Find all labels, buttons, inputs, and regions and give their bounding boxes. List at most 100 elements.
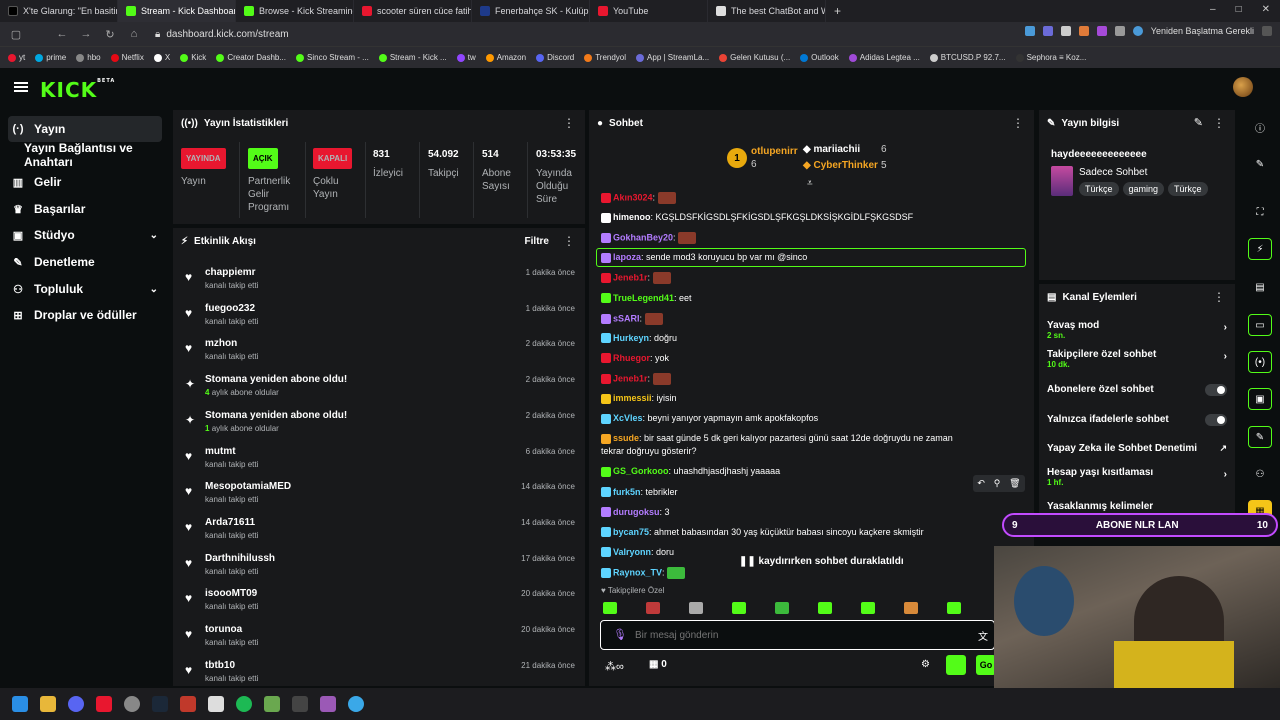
send-button[interactable]: Go (976, 655, 996, 675)
gift-count[interactable]: ▦ 0 (649, 659, 667, 670)
leader-name[interactable]: ◆ CyberThinker (803, 160, 878, 171)
chat-message[interactable]: durugoksu: 3 (601, 507, 1026, 518)
microphone-icon[interactable]: 🎙︎ (613, 628, 627, 641)
chat-username[interactable]: GS_Gorkooo (613, 466, 669, 476)
reply-icon[interactable]: ↶ (977, 478, 985, 489)
ai-moderation-row[interactable]: Yapay Zeka ile Sohbet Denetimi ↗ (1047, 443, 1227, 454)
edit-icon[interactable]: ✎ (1248, 153, 1272, 175)
activity-row[interactable]: ✦ Stomana yeniden abone oldu! 4 aylık abon… (183, 371, 575, 405)
file-explorer-icon[interactable] (40, 696, 56, 712)
windows-start-icon[interactable] (12, 696, 28, 712)
bookmark-item[interactable]: Sephora ≡ Koz... (1015, 53, 1086, 62)
emote-icon[interactable] (904, 602, 918, 614)
profile-icon[interactable] (1132, 26, 1143, 36)
sidebar-item-basarilar[interactable]: ♛ Başarılar (8, 196, 162, 222)
bookmark-item[interactable]: Amazon (485, 53, 526, 62)
chat-username[interactable]: Jeneb1r (613, 273, 648, 283)
bookmark-item[interactable]: Gelen Kutusu (... (719, 53, 790, 62)
fullscreen-icon[interactable]: ⛶ (1248, 201, 1272, 223)
browser-tab[interactable]: The best ChatBot and Widg (708, 0, 826, 22)
tag[interactable]: Türkçe (1168, 182, 1208, 196)
chat-username[interactable]: Hurkeyn (613, 333, 649, 343)
clipboard-icon[interactable]: ▣ (1248, 388, 1272, 410)
chat-username[interactable]: Jeneb1r (613, 373, 648, 383)
activity-row[interactable]: ♥ MesopotamiaMED kanalı takip etti 14 dakik… (183, 478, 575, 512)
app-icon[interactable] (208, 696, 224, 712)
emote-icon[interactable] (775, 602, 789, 614)
chat-username[interactable]: Valryonn (613, 547, 651, 557)
bookmark-item[interactable]: Outlook (800, 53, 839, 62)
browser-tab[interactable]: Browse - Kick Streaming (236, 0, 354, 22)
forward-icon[interactable]: → (78, 28, 94, 40)
activity-row[interactable]: ♥ fuegoo232 kanalı takip etti 1 dakika önce (183, 300, 575, 334)
emotes-only-row[interactable]: Yalnızca ifadelerle sohbet (1047, 414, 1227, 426)
sidebar-item-denetleme[interactable]: ✎ Denetleme (8, 249, 162, 275)
sidebar-item-droplar[interactable]: ⊞ Droplar ve ödüller (8, 302, 162, 328)
bookmark-item[interactable]: Sinco Stream - ... (296, 53, 369, 62)
translate-icon[interactable]: 文 (978, 628, 988, 643)
reload-icon[interactable]: ↻ (102, 28, 118, 41)
app-icon[interactable] (180, 696, 196, 712)
activity-row[interactable]: ♥ isoooMT09 kanalı takip etti 20 dakika önc… (183, 585, 575, 619)
back-icon[interactable]: ← (54, 28, 70, 40)
broadcast-icon[interactable]: (•) (1248, 351, 1272, 373)
banned-words-row[interactable]: Yasaklanmış kelimeler (1047, 501, 1227, 512)
chat-message[interactable]: GS_Gorkooo: uhashdhjasdjhashj yaaaaa (601, 466, 1026, 478)
chat-message[interactable]: Akın3024: (601, 192, 1026, 204)
chat-username[interactable]: bycan75 (613, 527, 649, 537)
extension-icon[interactable] (1024, 26, 1035, 36)
bolt-icon[interactable]: ⚡︎ (1248, 238, 1272, 260)
chat-message[interactable]: Hurkeyn: doğru (601, 333, 1026, 344)
bookmark-item[interactable]: Creator Dashb... (216, 53, 286, 62)
sidebar-item-yayin[interactable]: (·) Yayın (8, 116, 162, 142)
loop-icon[interactable]: ⁂∞ (605, 660, 624, 673)
bookmark-item[interactable]: BTCUSD.P 92.7... (929, 53, 1006, 62)
category-name[interactable]: Sadece Sohbet (1079, 167, 1147, 178)
chat-username[interactable]: Akın3024 (613, 192, 653, 202)
emote-icon[interactable] (861, 602, 875, 614)
activity-row[interactable]: ♥ tbtb10 kanalı takip etti 21 dakika önce (183, 657, 575, 691)
activity-row[interactable]: ♥ mutmt kanalı takip etti 6 dakika önce (183, 443, 575, 477)
chat-message[interactable]: XcVles: beyni yanıyor yapmayın amk apokf… (601, 413, 1026, 424)
bookmark-item[interactable]: prime (35, 53, 66, 62)
activity-row[interactable]: ♥ torunoa kanalı takip etti 20 dakika önce (183, 621, 575, 655)
chat-paused-notice[interactable]: ❚❚ kaydırırken sohbet duraklatıldı (739, 556, 904, 567)
chat-username[interactable]: immessii (613, 393, 652, 403)
browser-tab[interactable]: scooter süren cüce fatih ter (354, 0, 472, 22)
chat-message[interactable]: tekrar doğruyu gösterir? (601, 446, 1026, 456)
minimize-button[interactable]: – (1210, 4, 1216, 15)
hamburger-menu-icon[interactable] (14, 82, 28, 92)
bookmark-item[interactable]: Discord (536, 53, 574, 62)
emotes-only-toggle[interactable] (1205, 414, 1227, 426)
activity-row[interactable]: ✦ Stomana yeniden abone oldu! 1 aylık abon… (183, 407, 575, 441)
chat-message[interactable]: ssude: bir saat günde 5 dk geri kalıyor … (601, 433, 1026, 444)
sidebar-item-gelir[interactable]: ▥ Gelir (8, 169, 162, 195)
more-options-icon[interactable]: ⋮ (1012, 116, 1024, 130)
home-icon[interactable]: ⌂ (126, 28, 142, 40)
chat-username[interactable]: sSARI (613, 313, 640, 323)
chat-username[interactable]: durugoksu (613, 507, 660, 517)
kick-logo[interactable]: KICKBETA (40, 78, 115, 102)
users-icon[interactable]: ⚇ (1248, 463, 1272, 485)
app-icon[interactable] (320, 696, 336, 712)
bookmark-item[interactable]: tw (456, 53, 476, 62)
chat-message[interactable]: GokhanBey20: (601, 232, 1026, 245)
chat-message[interactable]: furk5n: tebrikler (601, 487, 1026, 498)
chat-username[interactable]: TrueLegend41 (613, 293, 674, 303)
discord-icon[interactable] (68, 696, 84, 712)
app-icon[interactable] (264, 696, 280, 712)
bookmark-item[interactable]: Stream - Kick ... (378, 53, 447, 62)
bookmark-item[interactable]: Netflix (110, 53, 144, 62)
more-options-icon[interactable]: ⋮ (563, 234, 575, 248)
leader-name[interactable]: ◆ mariiachii (803, 144, 860, 155)
chat-message[interactable]: sSARI: (601, 312, 1026, 325)
account-age-row[interactable]: Hesap yaşı kısıtlaması 1 hf. › (1047, 467, 1227, 487)
sidebar-item-stream-key[interactable]: Yayın Bağlantısı ve Anahtarı (20, 141, 170, 169)
chat-message[interactable]: himenoo: KGŞLDSFKİGSDLŞFKİGSDLŞFKGŞLDKSİ… (601, 212, 1026, 223)
activity-row[interactable]: ♥ mzhon kanalı takip etti 2 dakika önce (183, 335, 575, 369)
steam-icon[interactable] (152, 696, 168, 712)
vivaldi-icon[interactable] (96, 696, 112, 712)
bookmark-item[interactable]: Adidas Legtea ... (848, 53, 920, 62)
browser-tab[interactable]: YouTube (590, 0, 708, 22)
expand-leaderboard-icon[interactable]: ⩡ (807, 178, 813, 189)
